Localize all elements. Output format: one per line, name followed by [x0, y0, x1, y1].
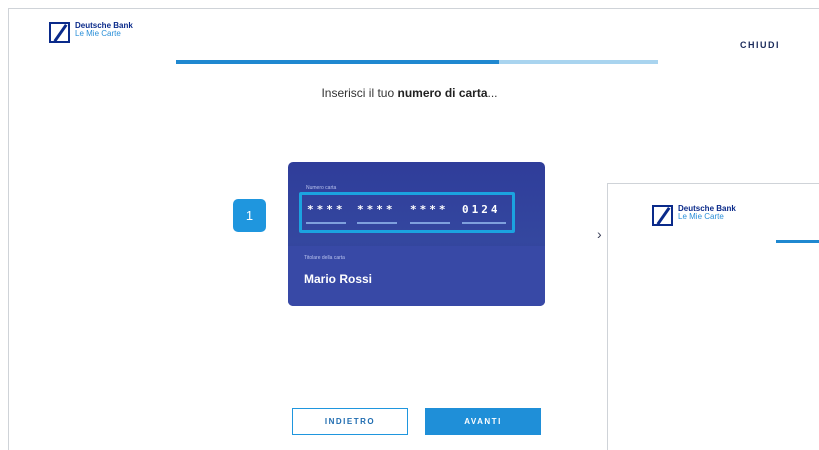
preview-product-name: Le Mie Carte [678, 212, 724, 221]
card-number-group-3: **** [410, 203, 449, 216]
title-prefix: Inserisci il tuo [321, 86, 398, 100]
card-number-underline-3 [410, 222, 450, 224]
page-title: Inserisci il tuo numero di carta... [0, 86, 819, 100]
preview-logo-mark-icon [652, 205, 673, 226]
card-number-underline-1 [306, 222, 346, 224]
title-emphasis: numero di carta [397, 86, 488, 100]
card-number-group-4: 0124 [462, 203, 501, 216]
product-name: Le Mie Carte [75, 29, 121, 38]
next-button[interactable]: AVANTI [425, 408, 541, 435]
card-number-underline-4 [462, 222, 506, 224]
preview-progress-bar [776, 240, 819, 243]
chevron-right-icon: › [597, 226, 602, 242]
preview-logo: Deutsche Bank Le Mie Carte [652, 205, 736, 226]
progress-bar-fill [176, 60, 499, 64]
back-button[interactable]: INDIETRO [292, 408, 408, 435]
title-suffix: ... [487, 86, 498, 100]
step-badge: 1 [233, 199, 266, 232]
progress-bar [176, 60, 658, 64]
card-number-group-2: **** [357, 203, 396, 216]
card-holder-label: Titolare della carta [304, 255, 345, 261]
card-holder-name: Mario Rossi [304, 272, 373, 286]
card-number-underline-2 [357, 222, 397, 224]
card-number-label: Numero carta [306, 185, 337, 191]
deutsche-bank-mark-icon [49, 22, 70, 43]
card-number-group-1: **** [307, 203, 346, 216]
close-button[interactable]: CHIUDI [740, 40, 780, 50]
deutsche-bank-logo: Deutsche Bank Le Mie Carte [49, 22, 133, 43]
